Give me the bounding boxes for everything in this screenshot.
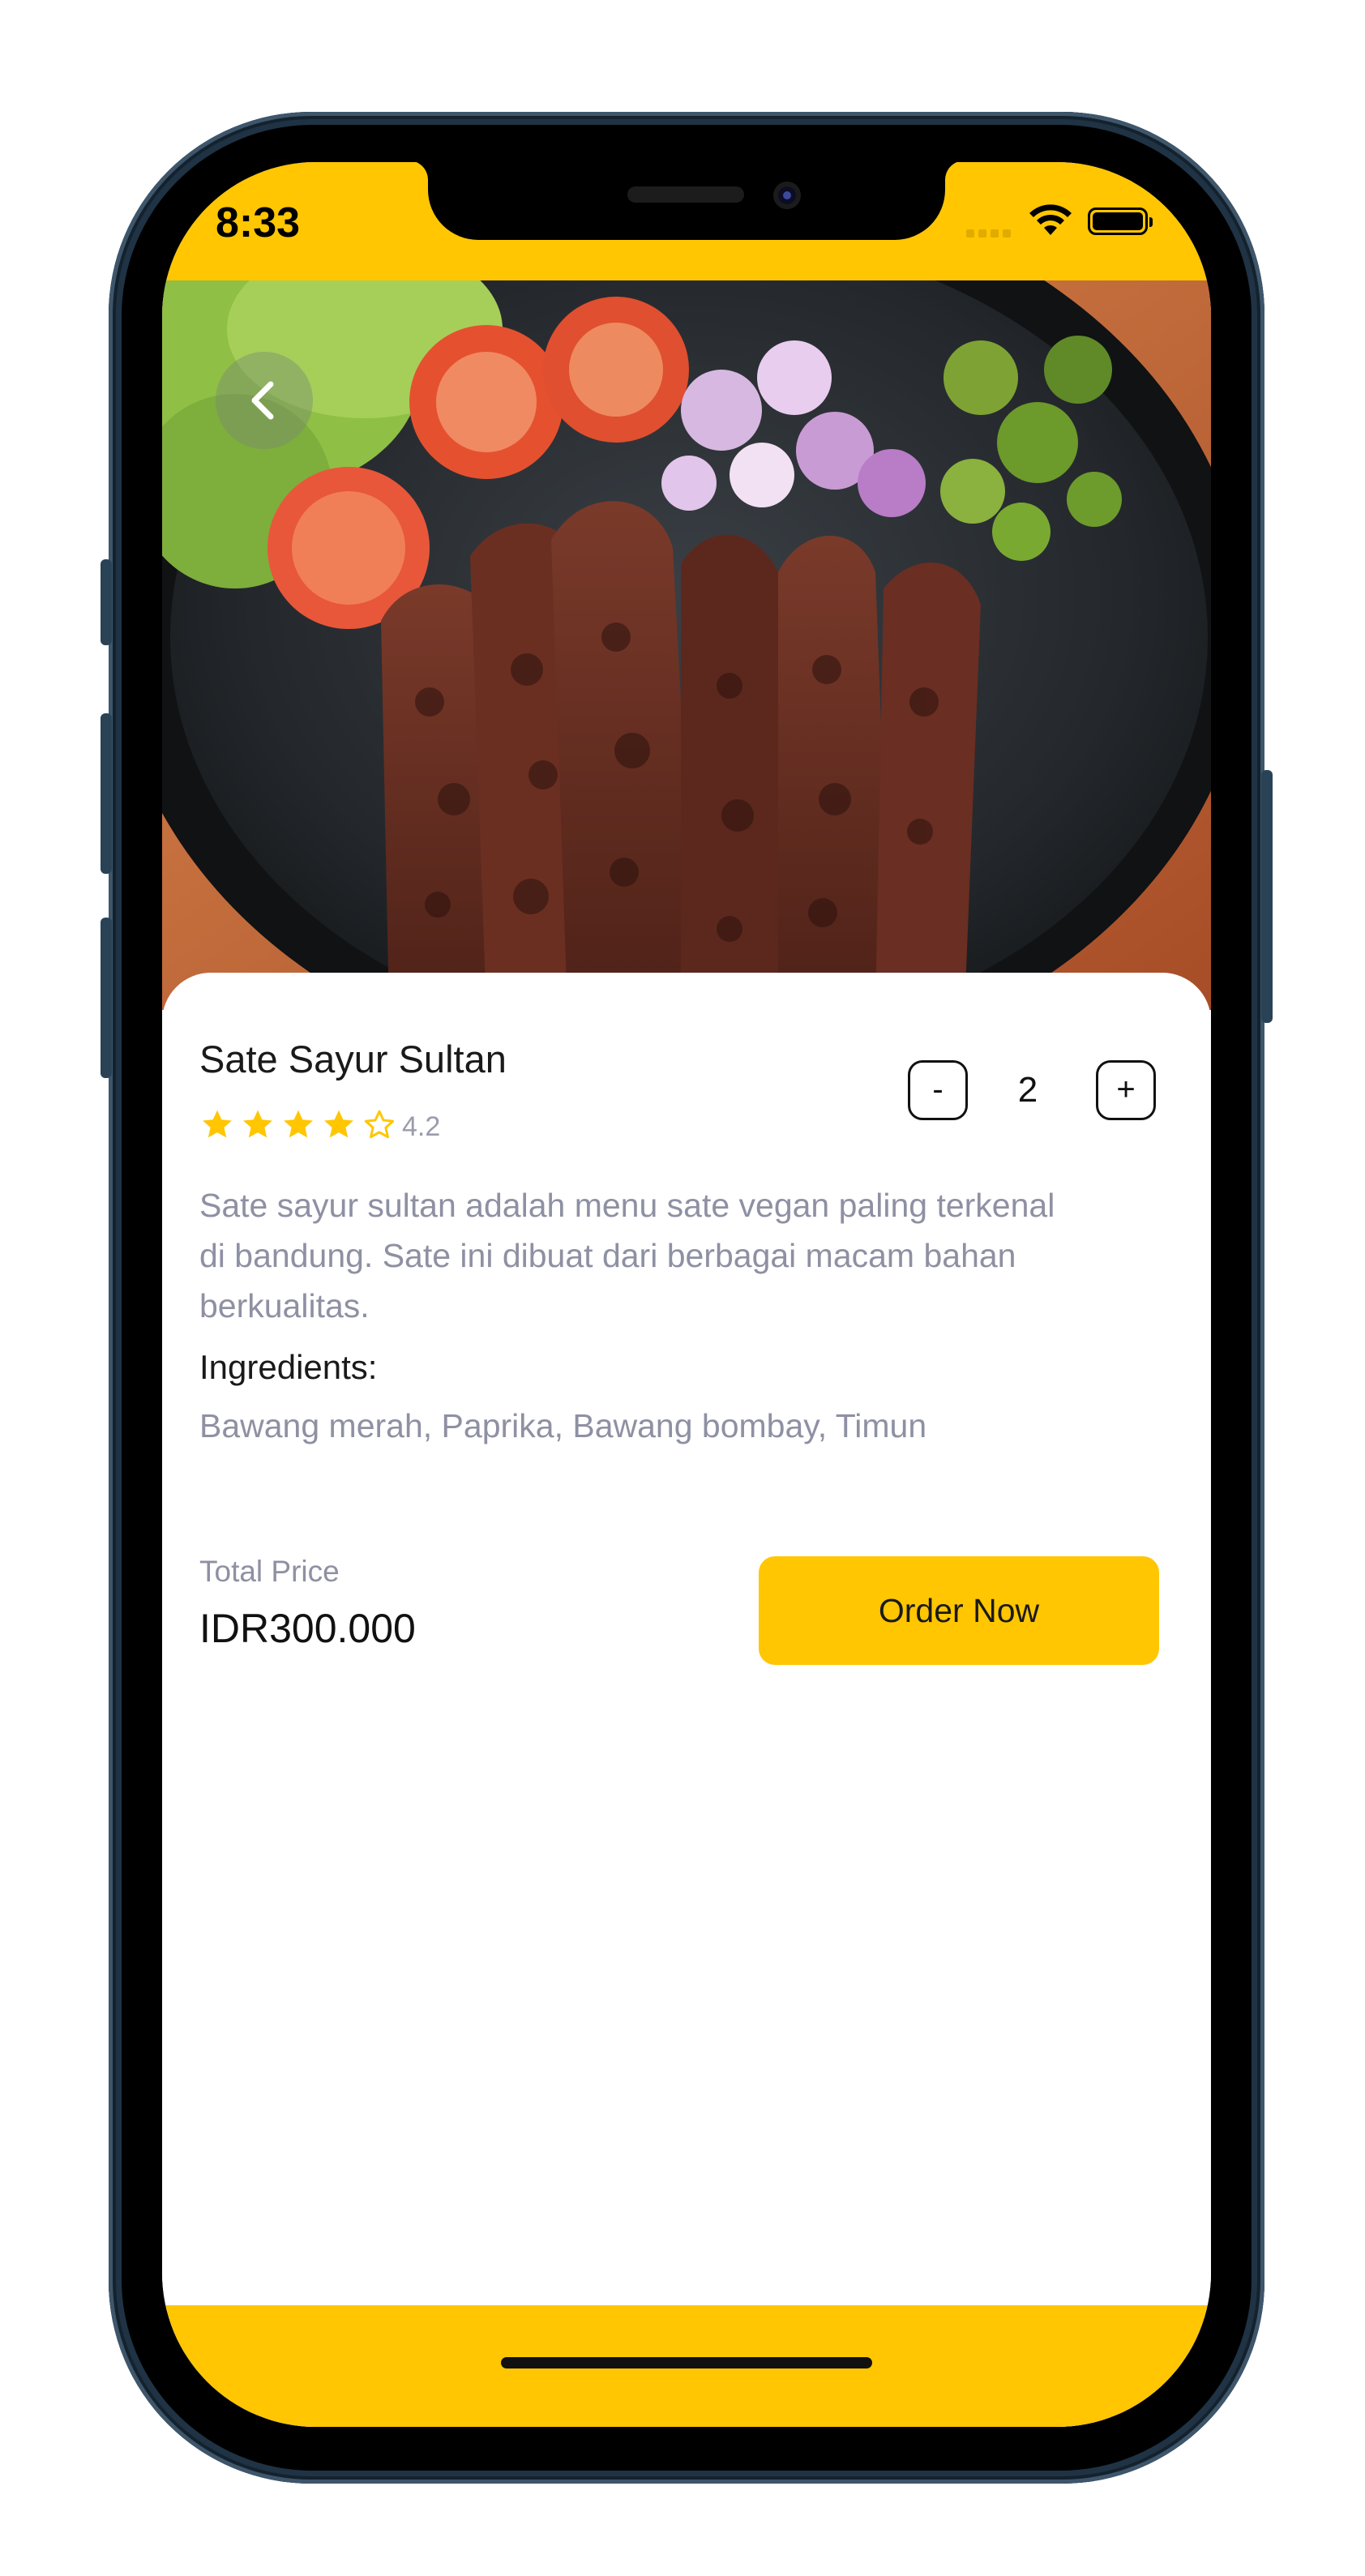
camera-notch [428, 162, 945, 240]
wifi-icon [1029, 204, 1072, 235]
product-details-sheet: Sate Sayur Sultan 4.2 - 2 + Sate sayur s… [162, 973, 1211, 2427]
signal-dots-icon [966, 225, 1015, 241]
total-price-label: Total Price [199, 1555, 340, 1588]
product-description: Sate sayur sultan adalah menu sate vegan… [199, 1187, 1055, 1324]
home-indicator[interactable] [501, 2357, 872, 2368]
star-outline-icon [364, 1110, 395, 1139]
speaker-grille [627, 186, 744, 203]
food-image [162, 280, 1211, 1010]
star-filled-icon [203, 1110, 232, 1138]
decrease-quantity-button[interactable]: - [908, 1060, 968, 1120]
back-button[interactable] [216, 352, 313, 449]
quantity-value: 2 [1017, 1070, 1038, 1110]
status-time: 8:33 [216, 199, 301, 246]
power-button [1261, 770, 1273, 1023]
product-title: Sate Sayur Sultan [199, 1038, 507, 1080]
order-now-button[interactable]: Order Now [759, 1556, 1159, 1665]
rating-stars [199, 1107, 524, 1148]
phone-screen: 8:33 Sate Sayur Sultan 4.2 - 2 + Sate sa… [162, 162, 1211, 2427]
ingredients-label: Ingredients: [199, 1348, 378, 1386]
status-bar: 8:33 [162, 162, 1211, 280]
total-price-value: IDR300.000 [199, 1606, 416, 1651]
mute-switch [101, 559, 112, 645]
increase-quantity-button[interactable]: + [1096, 1060, 1156, 1120]
volume-up-button [101, 713, 112, 874]
star-filled-icon [243, 1110, 272, 1138]
star-filled-icon [324, 1110, 353, 1138]
chevron-left-icon [251, 381, 274, 420]
star-filled-icon [284, 1110, 313, 1138]
status-icons [966, 203, 1161, 243]
front-camera [773, 182, 801, 209]
volume-down-button [101, 918, 112, 1078]
bottom-bar [162, 2305, 1211, 2427]
ingredients-list: Bawang merah, Paprika, Bawang bombay, Ti… [199, 1407, 927, 1444]
food-photo-illustration [162, 280, 1211, 1010]
rating-value: 4.2 [402, 1111, 441, 1142]
battery-icon [1088, 208, 1153, 235]
